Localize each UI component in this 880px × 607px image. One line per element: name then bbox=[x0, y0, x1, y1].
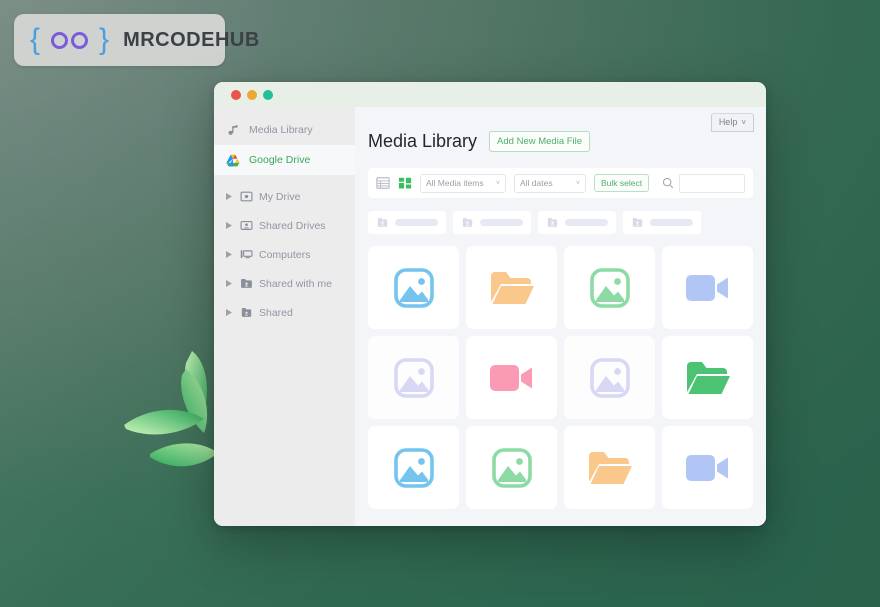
chevron-right-icon[interactable] bbox=[224, 251, 233, 258]
chevron-right-icon[interactable] bbox=[224, 309, 233, 316]
sidebar-item-label: My Drive bbox=[259, 190, 301, 203]
breadcrumb-skeleton-item[interactable] bbox=[623, 211, 701, 234]
sidebar-item-label: Shared Drives bbox=[259, 219, 326, 232]
sidebar-item-my-drive[interactable]: My Drive bbox=[214, 182, 355, 211]
folder-icon bbox=[489, 268, 535, 308]
video-icon bbox=[685, 452, 731, 484]
media-tile-folder[interactable] bbox=[662, 336, 753, 419]
image-icon bbox=[392, 446, 436, 490]
page-title: Media Library bbox=[368, 131, 478, 151]
media-type-filter-value: All Media items bbox=[426, 178, 484, 188]
my-drive-icon bbox=[239, 190, 253, 203]
skeleton-bar bbox=[480, 219, 523, 226]
sidebar: Media Library Google Drive My Drive Shar… bbox=[214, 107, 355, 526]
sidebar-item-shared-with-me[interactable]: Shared with me bbox=[214, 269, 355, 298]
brand-name: MRCODEHUB bbox=[123, 28, 260, 51]
sidebar-item-label: Shared bbox=[259, 306, 293, 319]
media-tile-video[interactable] bbox=[466, 336, 557, 419]
media-type-filter-select[interactable]: All Media items ˅ bbox=[420, 173, 506, 193]
sidebar-item-shared[interactable]: Shared bbox=[214, 298, 355, 327]
sidebar-item-label: Google Drive bbox=[249, 154, 311, 166]
app-window: Media Library Google Drive My Drive Shar… bbox=[214, 82, 766, 526]
chevron-down-icon: ˅ bbox=[495, 179, 500, 187]
minimize-button[interactable] bbox=[247, 89, 257, 100]
breadcrumb-skeleton-item[interactable] bbox=[453, 211, 531, 234]
chevron-right-icon[interactable] bbox=[224, 280, 233, 287]
skeleton-bar bbox=[650, 219, 693, 226]
maximize-button[interactable] bbox=[263, 89, 273, 100]
grid-view-icon[interactable] bbox=[398, 176, 412, 190]
window-titlebar bbox=[214, 82, 766, 107]
sidebar-item-label: Shared with me bbox=[259, 277, 332, 290]
search-icon[interactable] bbox=[662, 177, 674, 189]
bulk-select-button[interactable]: Bulk select bbox=[594, 174, 650, 192]
image-icon bbox=[392, 356, 436, 400]
brace-open-glyph: { bbox=[30, 23, 41, 56]
folder-icon bbox=[587, 448, 633, 488]
sidebar-item-label: Media Library bbox=[249, 124, 313, 136]
media-grid bbox=[368, 246, 753, 509]
sidebar-divider bbox=[214, 175, 355, 182]
sidebar-item-computers[interactable]: Computers bbox=[214, 240, 355, 269]
sidebar-item-label: Computers bbox=[259, 248, 311, 261]
media-library-icon bbox=[226, 124, 240, 137]
media-toolbar: All Media items ˅ All dates ˅ Bulk selec… bbox=[368, 168, 753, 198]
help-dropdown-button[interactable]: Help ˅ bbox=[710, 113, 754, 132]
computers-icon bbox=[239, 248, 253, 261]
logo-circles-icon bbox=[51, 31, 89, 49]
media-tile-image[interactable] bbox=[564, 246, 655, 329]
close-button[interactable] bbox=[231, 89, 241, 100]
chevron-right-icon[interactable] bbox=[224, 222, 233, 229]
sidebar-item-media-library[interactable]: Media Library bbox=[214, 115, 355, 145]
breadcrumb-skeleton-item[interactable] bbox=[538, 211, 616, 234]
sidebar-item-google-drive[interactable]: Google Drive bbox=[214, 145, 355, 175]
main-content: Help ˅ Media Library Add New Media File bbox=[355, 107, 766, 526]
image-icon bbox=[392, 266, 436, 310]
sidebar-drive-tree: My Drive Shared Drives Computers Shared … bbox=[214, 182, 355, 327]
brand-logo-badge: { } MRCODEHUB bbox=[14, 14, 259, 66]
search-area bbox=[662, 173, 745, 193]
shared-drives-icon bbox=[239, 219, 253, 232]
image-icon bbox=[588, 356, 632, 400]
chevron-right-icon[interactable] bbox=[224, 193, 233, 200]
media-tile-folder[interactable] bbox=[466, 246, 557, 329]
breadcrumb bbox=[368, 211, 753, 234]
media-tile-folder[interactable] bbox=[564, 426, 655, 509]
image-icon bbox=[490, 446, 534, 490]
media-tile-image[interactable] bbox=[368, 336, 459, 419]
shared-folder-icon bbox=[239, 306, 253, 319]
sidebar-item-shared-drives[interactable]: Shared Drives bbox=[214, 211, 355, 240]
date-filter-value: All dates bbox=[520, 178, 553, 188]
image-icon bbox=[588, 266, 632, 310]
help-label: Help bbox=[718, 117, 738, 127]
media-tile-image[interactable] bbox=[368, 426, 459, 509]
google-drive-icon bbox=[226, 154, 240, 167]
chevron-down-icon: ˅ bbox=[575, 179, 580, 187]
skeleton-bar bbox=[395, 219, 438, 226]
media-tile-video[interactable] bbox=[662, 426, 753, 509]
media-tile-video[interactable] bbox=[662, 246, 753, 329]
breadcrumb-skeleton-item[interactable] bbox=[368, 211, 446, 234]
chevron-down-icon: ˅ bbox=[741, 117, 746, 127]
video-icon bbox=[685, 272, 731, 304]
folder-icon bbox=[685, 358, 731, 398]
media-tile-image[interactable] bbox=[466, 426, 557, 509]
page-header: Media Library Add New Media File bbox=[368, 107, 753, 152]
video-icon bbox=[489, 362, 535, 394]
skeleton-bar bbox=[565, 219, 608, 226]
brace-close-glyph: } bbox=[99, 23, 110, 56]
media-tile-image[interactable] bbox=[564, 336, 655, 419]
media-tile-image[interactable] bbox=[368, 246, 459, 329]
shared-with-me-icon bbox=[239, 277, 253, 290]
list-view-icon[interactable] bbox=[376, 176, 390, 190]
date-filter-select[interactable]: All dates ˅ bbox=[514, 173, 586, 193]
add-new-media-file-button[interactable]: Add New Media File bbox=[489, 131, 591, 152]
search-input[interactable] bbox=[679, 173, 745, 193]
